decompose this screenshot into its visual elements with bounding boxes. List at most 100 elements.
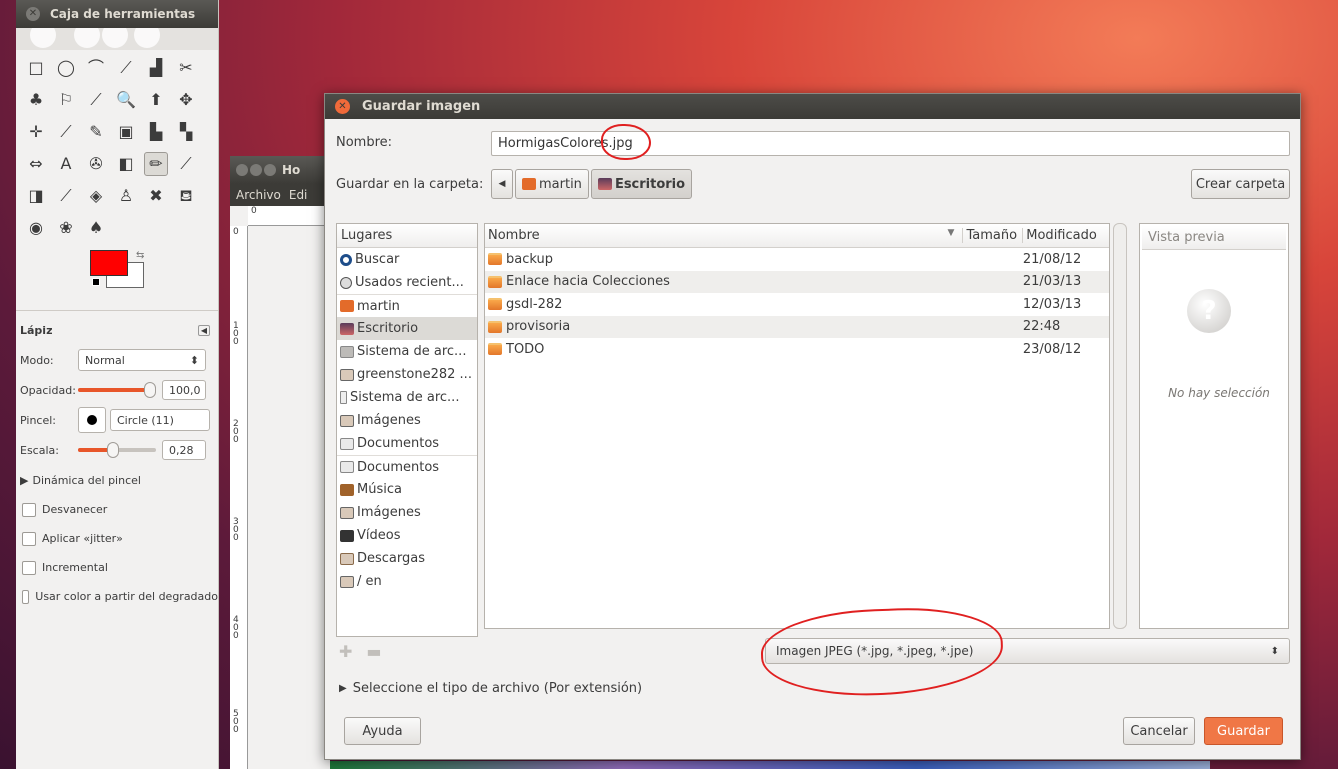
menu-editar[interactable]: Edi xyxy=(289,188,308,202)
tool-button[interactable]: ◯ xyxy=(54,56,78,80)
place-item[interactable]: Documentos xyxy=(337,455,477,478)
tool-button[interactable]: ❀ xyxy=(54,216,78,240)
place-item[interactable]: Buscar xyxy=(337,248,477,271)
column-size[interactable]: Tamaño xyxy=(963,228,1024,243)
menu-archivo[interactable]: Archivo xyxy=(236,188,281,202)
tool-button[interactable]: 🔍 xyxy=(114,88,138,112)
maximize-icon[interactable] xyxy=(264,164,276,176)
tool-button[interactable]: ✂ xyxy=(174,56,198,80)
tool-button[interactable]: ◉ xyxy=(24,216,48,240)
opacity-spin[interactable]: 100,0 xyxy=(162,380,206,400)
dynamics-expander[interactable]: ▶ Dinámica del pincel xyxy=(16,465,218,495)
path-back-button[interactable]: ◀ xyxy=(491,169,513,199)
place-label: Sistema de arc... xyxy=(350,390,460,405)
mode-combo[interactable]: Normal ⬍ xyxy=(78,349,206,371)
tool-button[interactable]: ⚐ xyxy=(54,88,78,112)
home-folder-icon xyxy=(522,178,536,190)
opacity-knob[interactable] xyxy=(144,382,156,398)
add-bookmark-icon[interactable]: ✚ xyxy=(339,642,352,661)
tool-button[interactable]: ✇ xyxy=(84,152,108,176)
tool-button[interactable]: ✏ xyxy=(144,152,168,176)
tool-button[interactable]: ◨ xyxy=(24,184,48,208)
minimize-icon[interactable] xyxy=(250,164,262,176)
tool-button[interactable]: ✛ xyxy=(24,120,48,144)
tool-button[interactable]: ♠ xyxy=(84,216,108,240)
file-row[interactable]: gsdl-282 12/03/13 xyxy=(485,293,1109,316)
tool-button[interactable]: ▙ xyxy=(144,120,168,144)
tool-button[interactable]: ⟋ xyxy=(54,120,78,144)
file-row[interactable]: backup 21/08/12 xyxy=(485,248,1109,271)
checkbox-jitter[interactable]: Aplicar «jitter» xyxy=(16,524,218,553)
tool-button[interactable]: ▟ xyxy=(144,56,168,80)
place-item[interactable]: Música xyxy=(337,478,477,501)
foreground-color-swatch[interactable] xyxy=(90,250,128,276)
tab-menu-icon[interactable]: ◀ xyxy=(197,324,210,336)
help-button[interactable]: Ayuda xyxy=(344,717,421,745)
place-item[interactable]: greenstone282 ... xyxy=(337,363,477,386)
place-label: martin xyxy=(357,298,400,314)
wilber-drop-area[interactable] xyxy=(16,28,218,50)
tool-button[interactable]: ▚ xyxy=(174,120,198,144)
column-name[interactable]: Nombre ▼ xyxy=(485,228,964,243)
tool-button[interactable]: ⟋ xyxy=(84,88,108,112)
tool-button[interactable]: ⬆ xyxy=(144,88,168,112)
scale-slider[interactable] xyxy=(78,442,156,458)
default-colors-icon[interactable] xyxy=(92,278,100,286)
tool-button[interactable]: ⟋ xyxy=(54,184,78,208)
tool-button[interactable]: ◧ xyxy=(114,152,138,176)
checkbox-gradient-color[interactable]: Usar color a partir del degradado xyxy=(16,582,218,611)
brush-preview[interactable] xyxy=(78,407,106,433)
place-item[interactable]: Vídeos xyxy=(337,524,477,547)
close-icon[interactable]: ✕ xyxy=(335,99,350,114)
brush-name: Circle (11) xyxy=(117,413,174,427)
close-icon[interactable]: ✕ xyxy=(26,7,40,21)
save-button[interactable]: Guardar xyxy=(1204,717,1283,745)
checkbox-fade[interactable]: Desvanecer xyxy=(16,495,218,524)
tool-button[interactable]: ⌒ xyxy=(84,56,108,80)
place-item[interactable]: Imágenes xyxy=(337,409,477,432)
path-button-martin[interactable]: martin xyxy=(515,169,589,199)
place-item[interactable]: / en xyxy=(337,570,477,593)
place-item[interactable]: Documentos xyxy=(337,432,477,455)
create-folder-button[interactable]: Crear carpeta xyxy=(1191,169,1290,199)
tool-button[interactable]: ▣ xyxy=(114,120,138,144)
tool-button[interactable]: ⟋ xyxy=(174,152,198,176)
place-item[interactable]: Escritorio xyxy=(337,317,477,340)
file-row[interactable]: provisoria 22:48 xyxy=(485,315,1109,338)
tool-button[interactable]: ✖ xyxy=(144,184,168,208)
tool-button[interactable]: ⟋ xyxy=(114,56,138,80)
file-row[interactable]: TODO 23/08/12 xyxy=(485,338,1109,361)
checkbox-incremental[interactable]: Incremental xyxy=(16,553,218,582)
close-icon[interactable] xyxy=(236,164,248,176)
tool-button[interactable]: □ xyxy=(24,56,48,80)
tool-button[interactable]: ⇔ xyxy=(24,152,48,176)
place-item[interactable]: Imágenes xyxy=(337,501,477,524)
place-item[interactable]: Sistema de arc... xyxy=(337,340,477,363)
place-item[interactable]: Sistema de arc... xyxy=(337,386,477,409)
tool-button[interactable]: ✥ xyxy=(174,88,198,112)
scale-knob[interactable] xyxy=(107,442,120,458)
folder-icon xyxy=(488,320,502,333)
desk-icon xyxy=(340,322,354,335)
place-item[interactable]: martin xyxy=(337,294,477,317)
scale-spin[interactable]: 0,28 xyxy=(162,440,206,460)
tool-button[interactable]: ⛾ xyxy=(174,184,198,208)
tool-button[interactable]: A xyxy=(54,152,78,176)
opacity-slider[interactable] xyxy=(78,382,156,398)
tool-button[interactable]: ✎ xyxy=(84,120,108,144)
file-type-expander[interactable]: ▶ Seleccione el tipo de archivo (Por ext… xyxy=(339,681,642,696)
path-button-escritorio[interactable]: Escritorio xyxy=(590,169,693,199)
file-list-scrollbar[interactable] xyxy=(1113,223,1127,629)
place-item[interactable]: Usados recient... xyxy=(337,271,477,294)
swap-colors-icon[interactable]: ⇆ xyxy=(136,250,144,261)
cancel-button[interactable]: Cancelar xyxy=(1123,717,1195,745)
tool-button[interactable]: ♣ xyxy=(24,88,48,112)
remove-bookmark-icon[interactable]: ▬ xyxy=(366,642,381,661)
file-row[interactable]: Enlace hacia Colecciones 21/03/13 xyxy=(485,270,1109,293)
tool-button[interactable]: ◈ xyxy=(84,184,108,208)
column-modified[interactable]: Modificado xyxy=(1023,228,1109,243)
tool-button[interactable]: ♙ xyxy=(114,184,138,208)
place-item[interactable]: Descargas xyxy=(337,547,477,570)
brush-name-field[interactable]: Circle (11) xyxy=(110,409,210,431)
places-header: Lugares xyxy=(337,224,477,248)
